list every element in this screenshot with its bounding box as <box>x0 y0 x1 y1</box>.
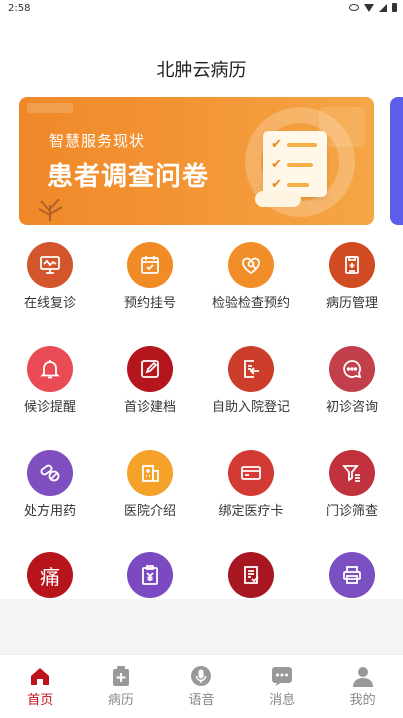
tab-home[interactable]: 首页 <box>0 655 81 718</box>
feature-label: 候诊提醒 <box>23 400 76 415</box>
checkin-icon <box>228 346 274 392</box>
system-icons <box>349 3 397 12</box>
pain-icon-text: 痛 <box>40 564 60 589</box>
feature-label: 处方用药 <box>23 504 76 519</box>
feature-label: 自助入院登记 <box>211 400 290 415</box>
feature-record-management[interactable]: 病历管理 <box>302 242 402 332</box>
feature-self-admission[interactable]: 自助入院登记 <box>201 346 301 436</box>
feature-label: 首诊建档 <box>123 400 176 415</box>
feature-label: 医院介绍 <box>123 504 176 519</box>
hospital-icon <box>127 450 175 498</box>
cloud-icon <box>255 191 301 207</box>
pain-icon: 痛 <box>27 552 73 598</box>
status-time: 2:58 <box>8 3 31 14</box>
tab-profile[interactable]: 我的 <box>322 655 403 718</box>
feature-exam-booking[interactable]: 检验检查预约 <box>201 242 301 332</box>
content-bottom-area <box>0 599 403 654</box>
tab-label: 首页 <box>27 693 54 708</box>
filter-icon <box>329 450 375 496</box>
feature-label: 检验检查预约 <box>211 296 290 311</box>
checklist-icon: ✔ ✔ ✔ <box>263 131 327 197</box>
feature-first-consult[interactable]: 初诊咨询 <box>302 346 402 436</box>
bell-icon <box>27 346 75 394</box>
feature-hospital-intro[interactable]: 医院介绍 <box>100 450 200 540</box>
chat-icon <box>329 346 377 394</box>
feature-appointment[interactable]: 预约挂号 <box>100 242 200 332</box>
tab-voice[interactable]: 语音 <box>161 655 242 718</box>
feature-bind-card[interactable]: 绑定医疗卡 <box>201 450 301 540</box>
feature-online-revisit[interactable]: 在线复诊 <box>0 242 100 332</box>
feature-label: 门诊筛查 <box>325 504 378 519</box>
survey-banner[interactable]: ✔ ✔ ✔ 智慧服务现状 患者调查问卷 <box>19 97 374 225</box>
monitor-icon <box>27 242 73 288</box>
home-icon <box>31 668 50 685</box>
message-icon <box>272 667 293 686</box>
report-icon <box>228 552 276 600</box>
banner-title: 患者调查问卷 <box>47 162 210 192</box>
card-icon <box>228 450 274 496</box>
search-heart-icon <box>228 242 274 288</box>
feature-outpatient-screening[interactable]: 门诊筛查 <box>302 450 402 540</box>
bottom-tab-bar: 首页 病历 语音 消息 我的 <box>0 654 403 718</box>
feature-waiting-reminder[interactable]: 候诊提醒 <box>0 346 100 436</box>
next-banner-preview[interactable] <box>390 97 403 225</box>
clipboard-icon <box>329 242 377 290</box>
tab-label: 语音 <box>188 693 215 708</box>
calendar-check-icon <box>127 242 173 288</box>
tab-label: 病历 <box>107 693 134 708</box>
microphone-icon <box>191 666 212 686</box>
feature-prescription[interactable]: 处方用药 <box>0 450 100 540</box>
plant-icon <box>38 198 63 221</box>
feature-label: 初诊咨询 <box>325 400 378 415</box>
tab-medical-record[interactable]: 病历 <box>81 655 162 718</box>
feature-label: 预约挂号 <box>123 296 176 311</box>
status-bar: 2:58 <box>0 0 403 20</box>
signal-icon <box>379 3 387 12</box>
tab-messages[interactable]: 消息 <box>242 655 323 718</box>
user-icon <box>352 667 373 687</box>
medical-record-icon <box>112 666 129 686</box>
wifi-icon <box>364 3 374 12</box>
feature-label: 在线复诊 <box>23 296 76 311</box>
edit-icon <box>127 346 173 392</box>
tab-label: 消息 <box>269 693 296 708</box>
printer-icon <box>329 552 375 598</box>
bill-icon <box>127 552 175 600</box>
feature-label: 病历管理 <box>325 296 378 311</box>
battery-icon <box>392 3 397 12</box>
tab-label: 我的 <box>349 693 376 708</box>
feature-first-visit-filing[interactable]: 首诊建档 <box>100 346 200 436</box>
eye-icon <box>349 4 359 11</box>
feature-label: 绑定医疗卡 <box>218 504 284 519</box>
pill-icon <box>27 450 75 498</box>
banner-subtitle: 智慧服务现状 <box>49 132 146 150</box>
page-title: 北肿云病历 <box>156 60 247 81</box>
banner-decoration <box>27 103 73 113</box>
